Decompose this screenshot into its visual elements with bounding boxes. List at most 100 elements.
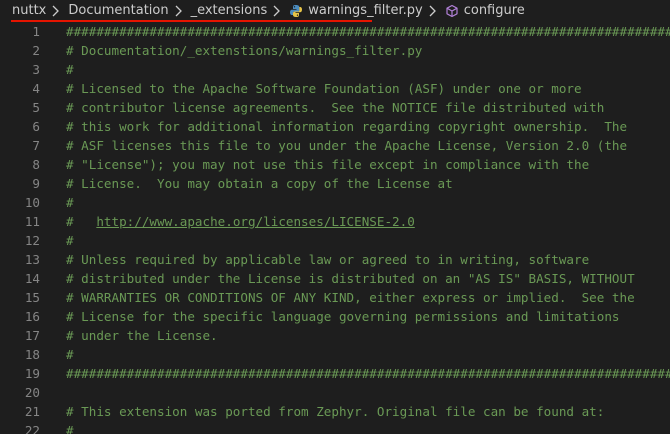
code-line: 7 # ASF licenses this file to you under t… [0, 136, 670, 155]
comment-text: # [66, 214, 97, 229]
code-comment-text: ########################################… [66, 364, 670, 383]
code-comment-text: # Unless required by applicable law or a… [66, 250, 589, 269]
code-comment-text: # [66, 60, 74, 79]
comment-text: # License for the specific language gove… [66, 309, 620, 324]
code-comment-text: # this work for additional information r… [66, 117, 627, 136]
code-line: 11 # http://www.apache.org/licenses/LICEN… [0, 212, 670, 231]
code-line: 16 # License for the specific language go… [0, 307, 670, 326]
line-number: 13 [24, 252, 40, 267]
code-editor: nuttx Documentation _extensions warnings… [0, 0, 670, 434]
comment-text: # distributed under the License is distr… [66, 271, 635, 286]
comment-text: # [66, 347, 74, 362]
comment-text: # WARRANTIES OR CONDITIONS OF ANY KIND, … [66, 290, 635, 305]
code-line: 6 # this work for additional information … [0, 117, 670, 136]
code-line: 19 ######################################… [0, 364, 670, 383]
comment-text: # [66, 62, 74, 77]
line-number: 19 [24, 366, 40, 381]
code-line: 13 # Unless required by applicable law or… [0, 250, 670, 269]
code-line: 22 # [0, 421, 670, 434]
code-line: 1 #######################################… [0, 22, 670, 41]
method-cube-icon [445, 4, 459, 18]
code-comment-text: # [66, 421, 74, 434]
code-comment-text: # contributor license agreements. See th… [66, 98, 604, 117]
code-comment-text: # [66, 193, 74, 212]
code-line: 18 # [0, 345, 670, 364]
line-number: 1 [32, 24, 40, 39]
breadcrumb-file-label: warnings_filter.py [308, 3, 423, 18]
code-comment-text: # WARRANTIES OR CONDITIONS OF ANY KIND, … [66, 288, 635, 307]
chevron-right-icon [173, 0, 185, 22]
code-comment-text: # under the License. [66, 326, 218, 345]
code-line: 17 # under the License. [0, 326, 670, 345]
comment-text: # [66, 195, 74, 210]
comment-text: # [66, 423, 74, 434]
comment-text: ########################################… [66, 24, 670, 39]
code-area[interactable]: 1 #######################################… [0, 22, 670, 434]
line-number: 6 [32, 119, 40, 134]
comment-text: # ASF licenses this file to you under th… [66, 138, 628, 153]
line-number: 14 [24, 271, 40, 286]
comment-text: # [66, 233, 74, 248]
code-comment-text: # This extension was ported from Zephyr.… [66, 402, 604, 421]
code-line: 20 [0, 383, 670, 402]
comment-text: # Unless required by applicable law or a… [66, 252, 590, 267]
code-line: 3 # [0, 60, 670, 79]
code-comment-text: # Documentation/_extenstions/warnings_fi… [66, 41, 422, 60]
line-number: 11 [24, 214, 40, 229]
code-line: 15 # WARRANTIES OR CONDITIONS OF ANY KIND… [0, 288, 670, 307]
code-comment-text: ########################################… [66, 22, 670, 41]
code-comment-text: # License. You may obtain a copy of the … [66, 174, 453, 193]
code-line: 5 # contributor license agreements. See t… [0, 98, 670, 117]
code-line: 4 # Licensed to the Apache Software Found… [0, 79, 670, 98]
line-number: 17 [24, 328, 40, 343]
code-comment-text: # "License"); you may not use this file … [66, 155, 589, 174]
comment-text: # this work for additional information r… [66, 119, 628, 134]
chevron-right-icon [427, 0, 439, 22]
line-number: 10 [24, 195, 40, 210]
code-line: 10 # [0, 193, 670, 212]
line-number: 9 [32, 176, 40, 191]
line-number: 20 [24, 385, 40, 400]
comment-text: # "License"); you may not use this file … [66, 157, 590, 172]
comment-text: # License. You may obtain a copy of the … [66, 176, 453, 191]
breadcrumb-item-nuttx[interactable]: nuttx [12, 0, 46, 22]
python-file-icon [289, 4, 303, 18]
code-comment-text: # Licensed to the Apache Software Founda… [66, 79, 582, 98]
code-line: 2 # Documentation/_extenstions/warnings_f… [0, 41, 670, 60]
line-number: 5 [32, 100, 40, 115]
line-number: 12 [24, 233, 40, 248]
breadcrumb: nuttx Documentation _extensions warnings… [0, 0, 670, 22]
line-number: 18 [24, 347, 40, 362]
line-number: 16 [24, 309, 40, 324]
breadcrumb-item-symbol[interactable]: configure [445, 0, 525, 22]
chevron-right-icon [271, 0, 283, 22]
code-line: 21 # This extension was ported from Zephy… [0, 402, 670, 421]
license-link[interactable]: http://www.apache.org/licenses/LICENSE-2… [96, 214, 414, 229]
code-comment-text: # [66, 231, 74, 250]
code-line: 12 # [0, 231, 670, 250]
code-comment-text: # ASF licenses this file to you under th… [66, 136, 627, 155]
code-comment-text: # http://www.apache.org/licenses/LICENSE… [66, 212, 415, 231]
line-number: 7 [32, 138, 40, 153]
code-comment-text: # [66, 345, 74, 364]
line-number: 4 [32, 81, 40, 96]
line-number: 3 [32, 62, 40, 77]
breadcrumb-item-documentation[interactable]: Documentation [68, 0, 168, 22]
code-comment-text: # License for the specific language gove… [66, 307, 620, 326]
line-number: 2 [32, 43, 40, 58]
chevron-right-icon [50, 0, 62, 22]
comment-text: # under the License. [66, 328, 218, 343]
comment-text: # This extension was ported from Zephyr.… [66, 404, 605, 419]
code-line: 9 # License. You may obtain a copy of the… [0, 174, 670, 193]
code-line: 8 # "License"); you may not use this file… [0, 155, 670, 174]
breadcrumb-item-file[interactable]: warnings_filter.py [289, 0, 423, 22]
comment-text: # Documentation/_extenstions/warnings_fi… [66, 43, 423, 58]
code-comment-text: # distributed under the License is distr… [66, 269, 635, 288]
comment-text: ########################################… [66, 366, 670, 381]
comment-text: # contributor license agreements. See th… [66, 100, 605, 115]
line-number: 22 [24, 423, 40, 434]
breadcrumb-symbol-label: configure [463, 3, 525, 18]
line-number: 21 [24, 404, 40, 419]
comment-text: # Licensed to the Apache Software Founda… [66, 81, 582, 96]
breadcrumb-item-extensions[interactable]: _extensions [191, 0, 268, 22]
